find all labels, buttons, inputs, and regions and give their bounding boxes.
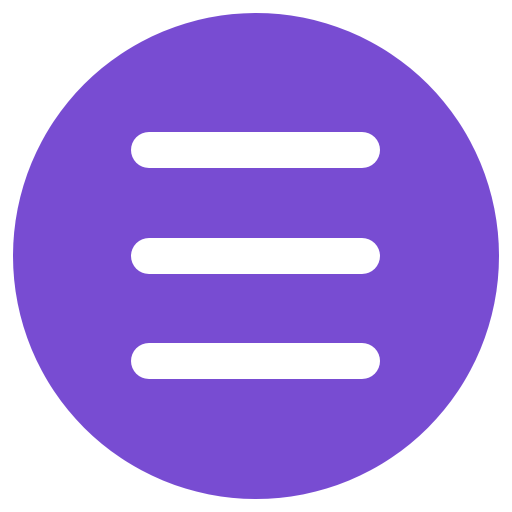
hamburger-menu-icon [131,132,380,379]
hamburger-menu-button[interactable] [13,13,499,499]
